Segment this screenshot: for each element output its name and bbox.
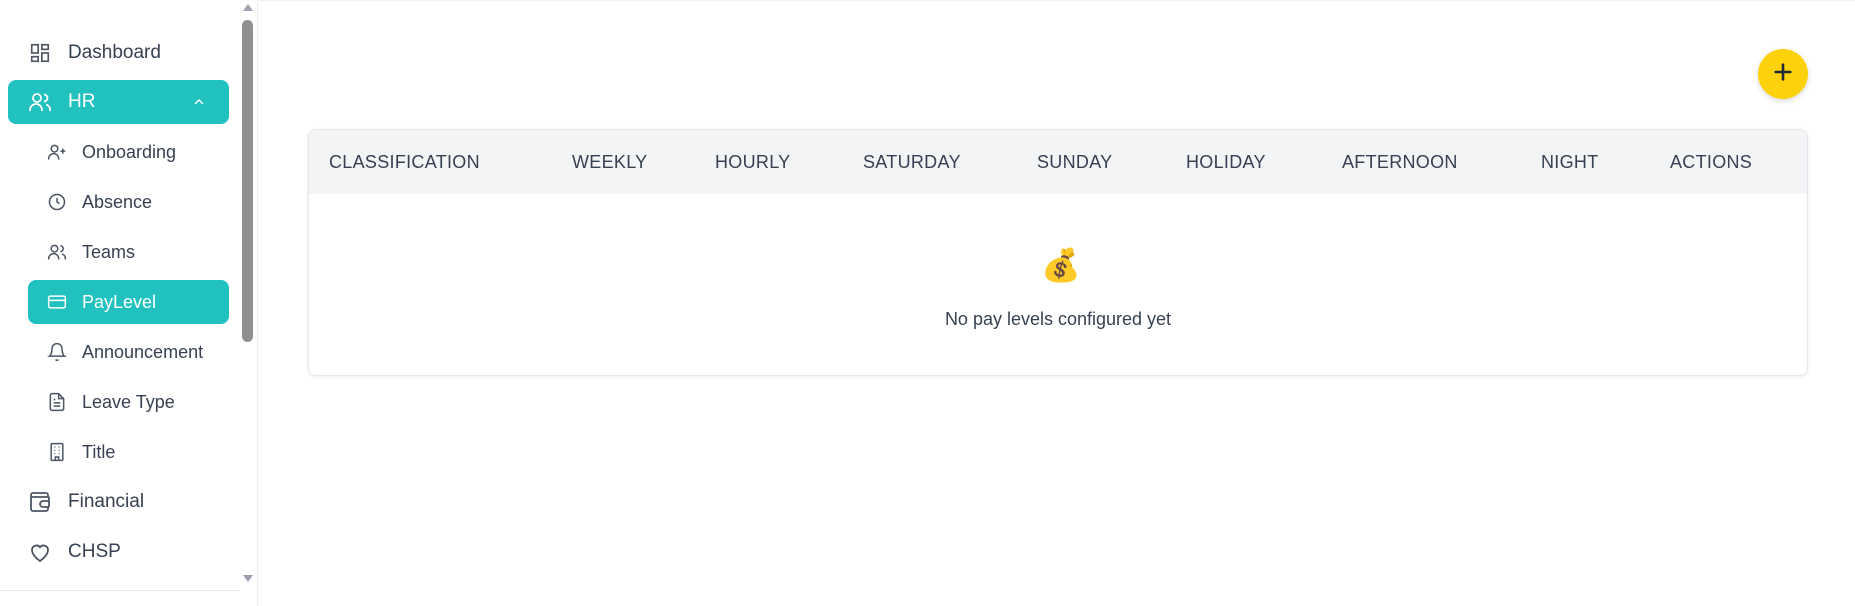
plus-icon: [1772, 61, 1794, 88]
column-header-weekly: WEEKLY: [572, 152, 648, 172]
column-header-afternoon: AFTERNOON: [1342, 152, 1458, 172]
sidebar: Dashboard HR Onboarding Absence Teams Pa…: [0, 0, 258, 606]
column-header-classification: CLASSIFICATION: [329, 152, 480, 172]
wallet-icon: [28, 490, 52, 514]
empty-state: 💰 No pay levels configured yet: [309, 194, 1807, 375]
sidebar-item-financial[interactable]: Financial: [8, 480, 229, 524]
column-header-sunday: SUNDAY: [1037, 152, 1113, 172]
sidebar-item-onboarding[interactable]: Onboarding: [28, 130, 229, 174]
dashboard-grid-icon: [28, 41, 52, 65]
sidebar-item-label: Financial: [68, 491, 145, 512]
table-header: CLASSIFICATION WEEKLY HOURLY SATURDAY SU…: [309, 130, 1807, 194]
empty-state-message: No pay levels configured yet: [944, 309, 1172, 329]
column-header-actions: ACTIONS: [1670, 152, 1753, 172]
credit-card-icon: [46, 291, 68, 313]
sidebar-item-label: Teams: [82, 241, 136, 262]
pay-level-table: CLASSIFICATION WEEKLY HOURLY SATURDAY SU…: [308, 129, 1808, 376]
sidebar-item-absence[interactable]: Absence: [28, 180, 229, 224]
sidebar-item-label: Title: [82, 441, 116, 462]
sidebar-item-label: Announcement: [82, 341, 204, 362]
sidebar-item-announcement[interactable]: Announcement: [28, 330, 229, 374]
user-plus-icon: [46, 141, 68, 163]
sidebar-item-title[interactable]: Title: [28, 430, 229, 474]
column-header-saturday: SATURDAY: [863, 152, 961, 172]
sidebar-item-label: Onboarding: [82, 141, 177, 162]
sidebar-item-dashboard[interactable]: Dashboard: [8, 31, 229, 75]
column-header-night: NIGHT: [1541, 152, 1599, 172]
bell-icon: [46, 341, 68, 363]
money-bag-icon: 💰: [1041, 247, 1081, 283]
sidebar-item-label: Leave Type: [82, 391, 175, 412]
scroll-down-arrow-icon[interactable]: [243, 575, 253, 582]
heart-icon: [28, 540, 52, 564]
sidebar-divider: [0, 590, 240, 591]
clock-icon: [46, 191, 68, 213]
add-pay-level-button[interactable]: [1758, 49, 1808, 99]
sidebar-scrollbar[interactable]: [240, 0, 256, 590]
users-icon: [46, 241, 68, 263]
sidebar-item-hr[interactable]: HR: [8, 80, 229, 124]
sidebar-item-chsp[interactable]: CHSP: [8, 530, 229, 574]
sidebar-item-label: Dashboard: [68, 42, 161, 63]
sidebar-item-paylevel[interactable]: PayLevel: [28, 280, 229, 324]
column-header-holiday: HOLIDAY: [1186, 152, 1266, 172]
building-icon: [46, 441, 68, 463]
sidebar-item-label: PayLevel: [82, 291, 157, 312]
sidebar-item-label: HR: [68, 91, 96, 112]
sidebar-item-teams[interactable]: Teams: [28, 230, 229, 274]
sidebar-item-label: Absence: [82, 191, 153, 212]
chevron-up-icon[interactable]: [191, 94, 207, 110]
users-icon: [28, 90, 52, 114]
sidebar-item-leave-type[interactable]: Leave Type: [28, 380, 229, 424]
sidebar-item-label: CHSP: [68, 541, 121, 562]
column-header-hourly: HOURLY: [715, 152, 791, 172]
document-icon: [46, 391, 68, 413]
scrollbar-thumb[interactable]: [242, 20, 253, 342]
scroll-up-arrow-icon[interactable]: [243, 4, 253, 11]
